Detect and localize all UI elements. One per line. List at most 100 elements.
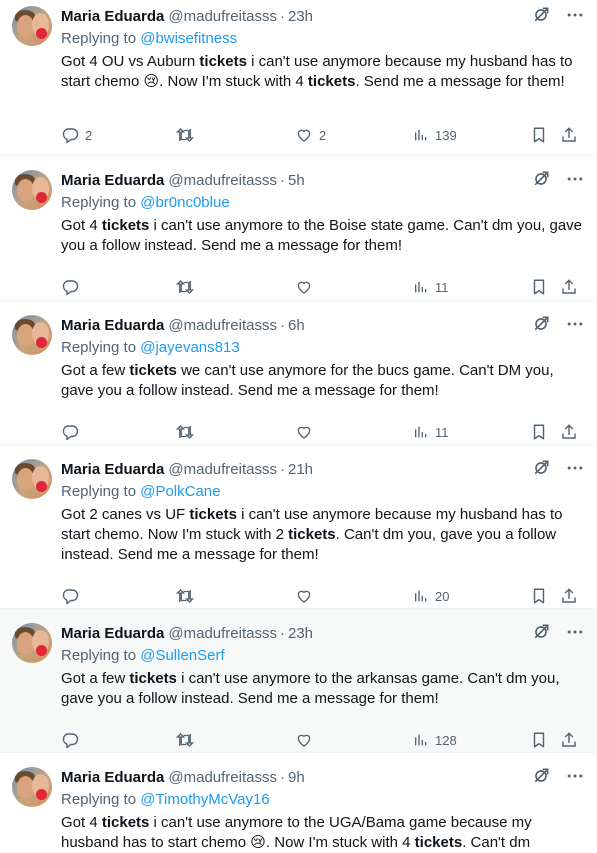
author-name[interactable]: Maria Eduarda [61,8,164,25]
timestamp[interactable]: 5h [288,172,305,189]
mention-link[interactable]: @TimothyMcVay16 [140,791,269,808]
bookmark-button[interactable] [530,730,548,750]
separator: · [279,171,285,189]
view-count: 20 [435,588,450,604]
author-name[interactable]: Maria Eduarda [61,317,164,334]
action-bar: 2 2 139 [61,125,585,145]
more-icon[interactable] [565,458,585,478]
timestamp[interactable]: 6h [288,317,305,334]
retweet-button[interactable] [175,586,201,606]
like-button[interactable] [295,730,319,750]
share-button[interactable] [560,277,578,297]
bookmark-icon [533,127,545,143]
author-name[interactable]: Maria Eduarda [61,769,164,786]
bookmark-button[interactable] [530,125,548,145]
action-bar: 11 [61,422,585,442]
view-count: 139 [435,127,457,143]
grok-icon[interactable] [531,5,551,25]
grok-icon[interactable] [531,314,551,334]
like-button[interactable] [295,422,319,442]
more-icon[interactable] [565,766,585,786]
reply-button[interactable] [61,730,85,750]
more-icon[interactable] [565,169,585,189]
tweet-text: Got 2 canes vs UF tickets i can't use an… [61,505,585,565]
grok-icon[interactable] [531,622,551,642]
views-button[interactable]: 11 [413,277,449,297]
author-handle[interactable]: @madufreitasss [168,461,277,478]
view-count: 11 [435,279,449,295]
views-icon [415,734,427,746]
grok-icon[interactable] [531,458,551,478]
more-icon[interactable] [565,622,585,642]
bookmark-button[interactable] [530,277,548,297]
avatar[interactable] [12,315,52,355]
bookmark-button[interactable] [530,586,548,606]
tweet[interactable]: Maria Eduarda @madufreitasss · 23h Reply… [0,609,597,753]
share-button[interactable] [560,125,578,145]
retweet-button[interactable] [175,422,201,442]
author-handle[interactable]: @madufreitasss [168,8,277,25]
grok-icon[interactable] [531,766,551,786]
timestamp[interactable]: 9h [288,769,305,786]
tweet[interactable]: Maria Eduarda @madufreitasss · 6h Replyi… [0,301,597,445]
author-handle[interactable]: @madufreitasss [168,317,277,334]
avatar[interactable] [12,6,52,46]
reply-button[interactable] [61,277,85,297]
mention-link[interactable]: @br0nc0blue [140,194,229,211]
like-button[interactable] [295,277,319,297]
reply-button[interactable] [61,586,85,606]
share-button[interactable] [560,730,578,750]
reply-icon [62,589,79,605]
author-handle[interactable]: @madufreitasss [168,625,277,642]
avatar[interactable] [12,767,52,807]
more-icon[interactable] [565,314,585,334]
like-button[interactable]: 2 [295,125,326,145]
views-button[interactable]: 20 [413,586,449,606]
views-button[interactable]: 11 [413,422,449,442]
author-name[interactable]: Maria Eduarda [61,461,164,478]
reply-button[interactable]: 2 [61,125,92,145]
retweet-button[interactable] [175,730,201,750]
tweet-text: Got 4 OU vs Auburn tickets i can't use a… [61,52,585,92]
retweet-button[interactable] [175,125,201,145]
tweet-header: Maria Eduarda @madufreitasss · 21h [61,459,585,479]
mention-link[interactable]: @PolkCane [140,483,220,500]
like-button[interactable] [295,586,319,606]
retweet-button[interactable] [175,277,201,297]
separator: · [279,460,285,478]
tweet[interactable]: Maria Eduarda @madufreitasss · 5h Replyi… [0,156,597,301]
timestamp[interactable]: 21h [288,461,313,478]
timestamp[interactable]: 23h [288,625,313,642]
grok-icon[interactable] [531,169,551,189]
separator: · [279,624,285,642]
mention-link[interactable]: @bwisefitness [140,30,237,47]
bookmark-icon [533,732,545,748]
tweet[interactable]: Maria Eduarda @madufreitasss · 21h Reply… [0,445,597,609]
tweet-text: Got a few tickets we can't use anymore f… [61,361,585,401]
mention-link[interactable]: @SullenSerf [140,647,224,664]
tweet[interactable]: Maria Eduarda @madufreitasss · 23h Reply… [0,0,597,156]
timestamp[interactable]: 23h [288,8,313,25]
bookmark-button[interactable] [530,422,548,442]
author-handle[interactable]: @madufreitasss [168,769,277,786]
avatar[interactable] [12,459,52,499]
author-name[interactable]: Maria Eduarda [61,172,164,189]
share-button[interactable] [560,586,578,606]
bookmark-icon [533,279,545,295]
replying-to: Replying to @PolkCane [61,482,585,502]
share-button[interactable] [560,422,578,442]
author-name[interactable]: Maria Eduarda [61,625,164,642]
avatar[interactable] [12,623,52,663]
avatar[interactable] [12,170,52,210]
more-icon[interactable] [565,5,585,25]
replying-to-label: Replying to [61,647,141,664]
views-button[interactable]: 128 [413,730,457,750]
mention-link[interactable]: @jayevans813 [140,339,239,356]
text-segment: Got 2 canes vs UF [61,506,190,523]
reply-button[interactable] [61,422,85,442]
tweet-text: Got a few tickets i can't use anymore to… [61,669,585,709]
view-count: 128 [435,732,457,748]
author-handle[interactable]: @madufreitasss [168,172,277,189]
views-button[interactable]: 139 [413,125,457,145]
tweet[interactable]: Maria Eduarda @madufreitasss · 9h Replyi… [0,753,597,853]
